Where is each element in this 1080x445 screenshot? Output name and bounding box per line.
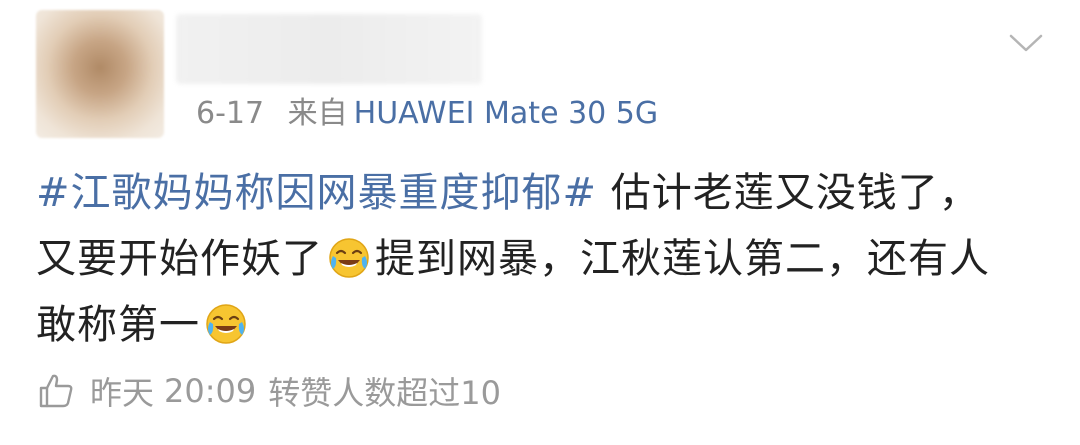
avatar[interactable] [36, 10, 164, 138]
laughing-crying-emoji-icon [206, 304, 246, 344]
thumbs-up-icon[interactable] [36, 371, 76, 411]
post-content: #江歌妈妈称因网暴重度抑郁# 估计老莲又没钱了，又要开始作妖了 提到网暴，江秋莲… [36, 160, 1016, 358]
hashtag-link[interactable]: #江歌妈妈称因网暴重度抑郁# [36, 170, 597, 216]
laughing-crying-emoji-icon [329, 238, 369, 278]
footer-day: 昨天 [90, 374, 155, 412]
footer-time: 20:09 [164, 372, 257, 410]
chevron-down-icon[interactable] [1008, 28, 1044, 56]
post-footer: 昨天 20:09 转赞人数超过10 [36, 366, 501, 416]
weibo-post: 6-17 来自 HUAWEI Mate 30 5G #江歌妈妈称因网暴重度抑郁# … [0, 0, 1080, 445]
device-name[interactable]: HUAWEI Mate 30 5G [354, 96, 658, 131]
username-blurred[interactable] [176, 14, 482, 84]
repost-like-info: 转赞人数超过10 [268, 374, 501, 412]
post-date: 6-17 [196, 96, 265, 131]
post-meta: 6-17 来自 HUAWEI Mate 30 5G [196, 94, 658, 134]
source-prefix: 来自 [287, 96, 348, 131]
